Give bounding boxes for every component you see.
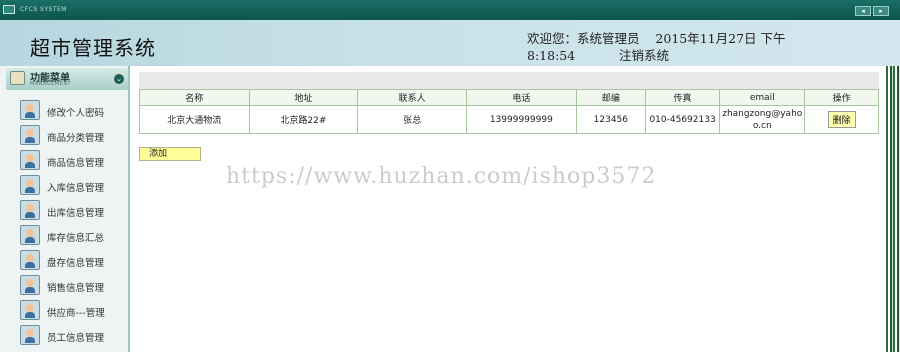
sidebar-item-label: 供应商---管理 [47,308,105,319]
cell-email: zhangzong@yaho o.cn [719,105,806,134]
cell-action: 删除 [804,105,879,134]
cell-name: 北京大通物流 [139,105,250,134]
sidebar-item-category[interactable]: 商品分类管理 [20,125,128,147]
sidebar-item-stock-out[interactable]: 出库信息管理 [20,200,128,222]
main-content: 名称 地址 联系人 电话 邮编 传真 email 操作 北京大通物流 北京路22… [131,66,886,352]
page-header: 超市管理系统 欢迎您：系统管理员 2015年11月27日 下午 8:18:54 … [0,20,900,66]
column-header: 传真 [644,89,721,106]
welcome-text: 欢迎您：系统管理员 [527,31,640,46]
cell-contact: 张总 [357,105,467,134]
sidebar-item-label: 修改个人密码 [47,108,105,119]
app-title: 超市管理系统 [30,36,156,60]
welcome-block: 欢迎您：系统管理员 2015年11月27日 下午 8:18:54 注销系统 [527,30,827,64]
right-arrow-icon[interactable]: ▸ [873,6,889,16]
sidebar-item-inventory-summary[interactable]: 库存信息汇总 [20,225,128,247]
user-icon [20,325,40,345]
email-line: zhangzong@yaho [722,108,803,119]
cell-zip: 123456 [575,105,646,134]
user-icon [20,125,40,145]
add-button[interactable]: 添加 [139,147,201,161]
system-bar: CFCS SYSTEM ◂ ▸ [0,0,900,20]
column-header: 名称 [139,89,250,106]
column-header: email [719,89,806,106]
watermark: https://www.huzhan.com/ishop3572 [226,164,657,189]
menu-icon [10,71,25,85]
cell-fax: 010-45692133 [644,105,721,134]
menu-header: 功能菜单 MANAGEMENT ⌄ [6,68,128,90]
date-text: 2015年11月27日 下午 [655,31,786,46]
column-header: 联系人 [357,89,467,106]
user-icon [20,225,40,245]
sidebar-item-label: 销售信息管理 [47,283,105,294]
sidebar-item-label: 入库信息管理 [47,183,105,194]
sidebar-item-label: 出库信息管理 [47,208,105,219]
column-header: 地址 [248,89,359,106]
column-header: 电话 [465,89,577,106]
user-icon [20,250,40,270]
table-header-row: 名称 地址 联系人 电话 邮编 传真 email 操作 [139,89,879,106]
sidebar: 功能菜单 MANAGEMENT ⌄ 修改个人密码 商品分类管理 商品信息管理 入… [0,66,130,352]
sidebar-item-employees[interactable]: 员工信息管理 [20,325,128,347]
sidebar-item-label: 员工信息管理 [47,333,105,344]
column-header: 操作 [804,89,879,106]
collapse-icon[interactable]: ⌄ [114,74,124,84]
sidebar-item-label: 商品分类管理 [47,133,105,144]
cell-address: 北京路22# [248,105,359,134]
user-icon [20,275,40,295]
time-text: 8:18:54 [527,48,576,63]
sidebar-item-sales[interactable]: 销售信息管理 [20,275,128,297]
left-arrow-icon[interactable]: ◂ [855,6,871,16]
user-icon [20,200,40,220]
window-icon [3,5,15,14]
sidebar-item-label: 盘存信息管理 [47,258,105,269]
sidebar-item-suppliers[interactable]: 供应商---管理 [20,300,128,322]
sidebar-item-products[interactable]: 商品信息管理 [20,150,128,172]
cell-phone: 13999999999 [465,105,577,134]
user-icon [20,150,40,170]
delete-button[interactable]: 删除 [827,111,856,128]
user-icon [20,175,40,195]
sidebar-item-change-password[interactable]: 修改个人密码 [20,100,128,122]
email-line: o.cn [752,120,772,131]
menu-subtitle: MANAGEMENT [30,81,72,87]
logout-link[interactable]: 注销系统 [619,47,669,64]
system-title: CFCS SYSTEM [20,6,67,13]
column-header: 邮编 [575,89,646,106]
right-border-decoration [886,66,900,352]
sidebar-item-stock-in[interactable]: 入库信息管理 [20,175,128,197]
supplier-table: 名称 地址 联系人 电话 邮编 传真 email 操作 北京大通物流 北京路22… [139,89,879,134]
sidebar-item-label: 库存信息汇总 [47,233,105,244]
user-icon [20,300,40,320]
table-row: 北京大通物流 北京路22# 张总 13999999999 123456 010-… [139,105,879,134]
sidebar-item-stocktaking[interactable]: 盘存信息管理 [20,250,128,272]
user-icon [20,100,40,120]
sidebar-item-label: 商品信息管理 [47,158,105,169]
